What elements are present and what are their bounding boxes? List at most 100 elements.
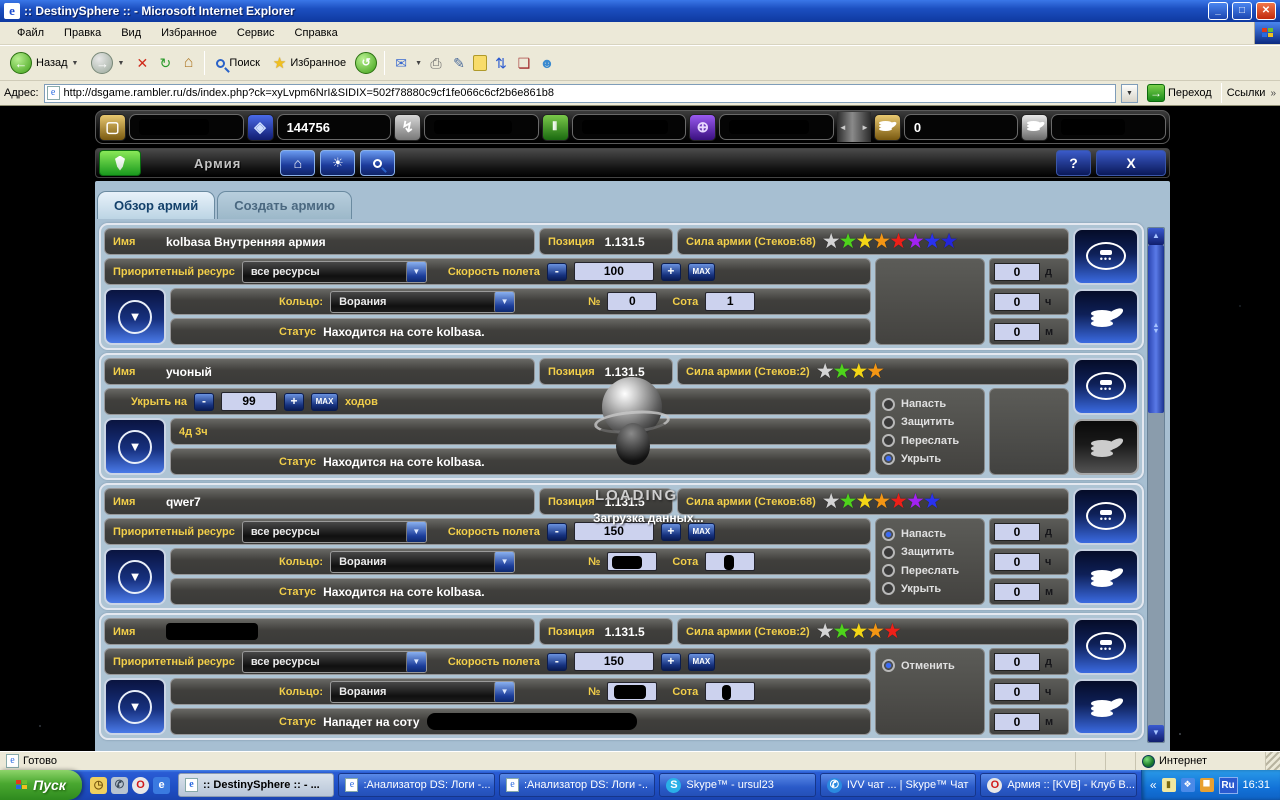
order-radio-Укрыть[interactable]: Укрыть: [882, 452, 978, 465]
speed-plus-button[interactable]: +: [661, 653, 681, 671]
expand-army-button[interactable]: ▼: [104, 288, 166, 345]
army-resources-button[interactable]: [1073, 549, 1139, 606]
speed-minus-button[interactable]: -: [547, 523, 567, 541]
order-radio-Защитить[interactable]: Защитить: [882, 416, 978, 429]
task-opera-army[interactable]: OАрмия :: [KVB] - Клуб В...: [980, 773, 1136, 797]
radio-icon[interactable]: [882, 528, 895, 541]
scroll-down-icon[interactable]: ▼: [1148, 725, 1164, 742]
expand-army-button[interactable]: ▼: [104, 678, 166, 735]
maximize-button[interactable]: □: [1232, 2, 1252, 20]
speed-plus-button[interactable]: +: [661, 523, 681, 541]
speed-max-button[interactable]: MAX: [688, 523, 715, 541]
print-icon[interactable]: ⎙: [427, 54, 445, 72]
speed-max-button[interactable]: MAX: [688, 263, 715, 281]
search-button[interactable]: Поиск: [212, 55, 263, 71]
timer-hours-field[interactable]: 0: [994, 553, 1040, 571]
ring-select[interactable]: Ворания▼: [330, 291, 515, 313]
tab-create-army[interactable]: Создать армию: [217, 191, 352, 219]
notes-icon[interactable]: [473, 55, 487, 71]
task-analyzer-1[interactable]: e:Анализатор DS: Логи -...: [338, 773, 494, 797]
links-label[interactable]: Ссылки: [1227, 87, 1266, 99]
stop-icon[interactable]: ✕: [133, 54, 151, 72]
army-shield-icon[interactable]: [99, 150, 141, 176]
priority-resource-select[interactable]: все ресурсы▼: [242, 521, 427, 543]
cell-field[interactable]: 1: [705, 292, 755, 311]
speed-field[interactable]: 100: [574, 262, 654, 281]
menu-edit[interactable]: Правка: [55, 24, 110, 42]
speed-plus-button[interactable]: +: [661, 263, 681, 281]
cell-field[interactable]: [705, 552, 755, 571]
mail-icon[interactable]: ✉: [392, 54, 410, 72]
army-units-button[interactable]: •••: [1073, 618, 1139, 675]
help-button[interactable]: ?: [1056, 150, 1091, 176]
order-radio-Напасть[interactable]: Напасть: [882, 398, 978, 411]
ring-select[interactable]: Ворания▼: [330, 681, 515, 703]
radio-icon[interactable]: [882, 546, 895, 559]
army-units-button[interactable]: •••: [1073, 358, 1139, 415]
links-chevron-icon[interactable]: »: [1270, 88, 1276, 99]
language-indicator[interactable]: Ru: [1219, 777, 1238, 794]
order-radio-Защитить[interactable]: Защитить: [882, 546, 978, 559]
favorites-button[interactable]: ★Избранное: [269, 52, 350, 74]
hide-plus-button[interactable]: +: [284, 393, 304, 411]
search-unit-button[interactable]: [360, 150, 395, 176]
timer-minutes-field[interactable]: 0: [994, 323, 1040, 341]
radio-icon[interactable]: [882, 452, 895, 465]
order-radio-Переслать[interactable]: Переслать: [882, 564, 978, 577]
radio-icon[interactable]: [882, 434, 895, 447]
address-dropdown-icon[interactable]: ▼: [1121, 84, 1138, 103]
army-list-scrollbar[interactable]: ▲ ▲▼ ▼: [1147, 227, 1165, 743]
tray-battery-icon[interactable]: ▮: [1162, 778, 1176, 792]
timer-days-field[interactable]: 0: [994, 523, 1040, 541]
order-radio-Укрыть[interactable]: Укрыть: [882, 582, 978, 595]
tab-army-overview[interactable]: Обзор армий: [97, 191, 215, 219]
phone-quicklaunch-icon[interactable]: ✆: [111, 777, 128, 794]
radio-icon[interactable]: [882, 659, 895, 672]
menu-file[interactable]: Файл: [8, 24, 53, 42]
refresh-icon[interactable]: ↻: [156, 54, 174, 72]
sync-icon[interactable]: ⇅: [492, 54, 510, 72]
menu-help[interactable]: Справка: [286, 24, 347, 42]
radio-icon[interactable]: [882, 564, 895, 577]
messenger-icon[interactable]: ☻: [538, 54, 556, 72]
order-radio-Напасть[interactable]: Напасть: [882, 528, 978, 541]
timer-minutes-field[interactable]: 0: [994, 583, 1040, 601]
minimize-button[interactable]: _: [1208, 2, 1228, 20]
timer-days-field[interactable]: 0: [994, 653, 1040, 671]
ring-select[interactable]: Ворания▼: [330, 551, 515, 573]
sun-button[interactable]: ☀: [320, 150, 355, 176]
start-button[interactable]: Пуск: [0, 770, 82, 800]
close-button[interactable]: ✕: [1256, 2, 1276, 20]
ie-quicklaunch-icon[interactable]: e: [153, 777, 170, 794]
encyclopedia-icon[interactable]: ❏: [515, 54, 533, 72]
speed-field[interactable]: 150: [574, 652, 654, 671]
scrollbar-thumb[interactable]: ▲▼: [1148, 245, 1164, 413]
hide-minus-button[interactable]: -: [194, 393, 214, 411]
speed-max-button[interactable]: MAX: [688, 653, 715, 671]
edit-icon[interactable]: ✎: [450, 54, 468, 72]
menu-favorites[interactable]: Избранное: [152, 24, 226, 42]
forward-button[interactable]: →▼: [87, 50, 128, 76]
timer-hours-field[interactable]: 0: [994, 293, 1040, 311]
ring-number-field[interactable]: [607, 552, 657, 571]
menu-tools[interactable]: Сервис: [228, 24, 284, 42]
menu-view[interactable]: Вид: [112, 24, 150, 42]
back-button[interactable]: ←Назад▼: [6, 50, 82, 76]
history-icon[interactable]: ↺: [355, 52, 377, 74]
radio-icon[interactable]: [882, 398, 895, 411]
scrollbar-track[interactable]: [1148, 413, 1164, 725]
army-units-button[interactable]: •••: [1073, 228, 1139, 285]
priority-resource-select[interactable]: все ресурсы▼: [242, 651, 427, 673]
close-game-button[interactable]: X: [1096, 150, 1166, 176]
opera-quicklaunch-icon[interactable]: O: [132, 777, 149, 794]
mail-dropdown-icon[interactable]: ▼: [415, 60, 422, 67]
resource-bar-slider[interactable]: ◄►: [837, 112, 871, 142]
expand-army-button[interactable]: ▼: [104, 548, 166, 605]
timer-minutes-field[interactable]: 0: [994, 713, 1040, 731]
order-radio-Переслать[interactable]: Переслать: [882, 434, 978, 447]
task-destinysphere[interactable]: e:: DestinySphere :: - ...: [178, 773, 334, 797]
building-button[interactable]: ⌂: [280, 150, 315, 176]
army-resources-button[interactable]: [1073, 679, 1139, 736]
speed-minus-button[interactable]: -: [547, 263, 567, 281]
army-resources-button[interactable]: [1073, 289, 1139, 346]
